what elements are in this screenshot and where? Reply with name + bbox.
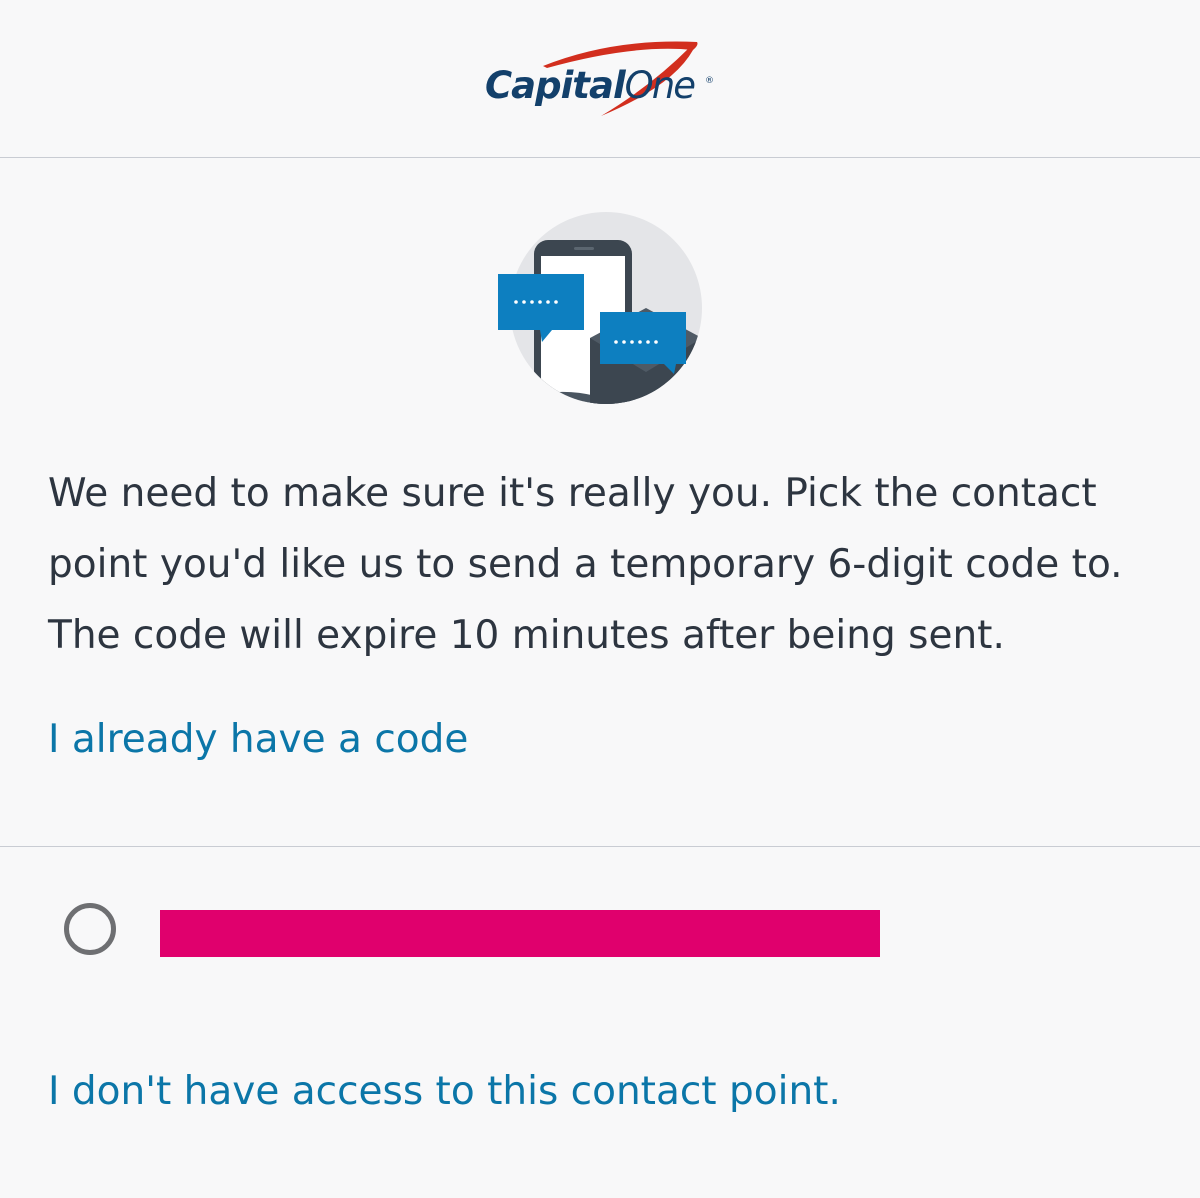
already-have-code-link[interactable]: I already have a code (48, 712, 468, 768)
section-divider (0, 846, 1200, 847)
registered-mark: ® (705, 76, 714, 86)
header: CapitalOne ® (0, 0, 1200, 158)
contact-point-radio[interactable] (64, 903, 116, 955)
redacted-contact-point (160, 910, 880, 957)
logo-word-one: One (624, 64, 696, 107)
logo-word-capital: Capital (485, 64, 626, 107)
capital-one-logo: CapitalOne ® (483, 36, 723, 120)
verification-message: We need to make sure it's really you. Pi… (48, 471, 1123, 658)
phone-with-chat-bubbles-icon (498, 212, 702, 404)
logo-wordmark: CapitalOne (485, 64, 696, 107)
no-access-contact-point-link[interactable]: I don't have access to this contact poin… (48, 1064, 841, 1120)
